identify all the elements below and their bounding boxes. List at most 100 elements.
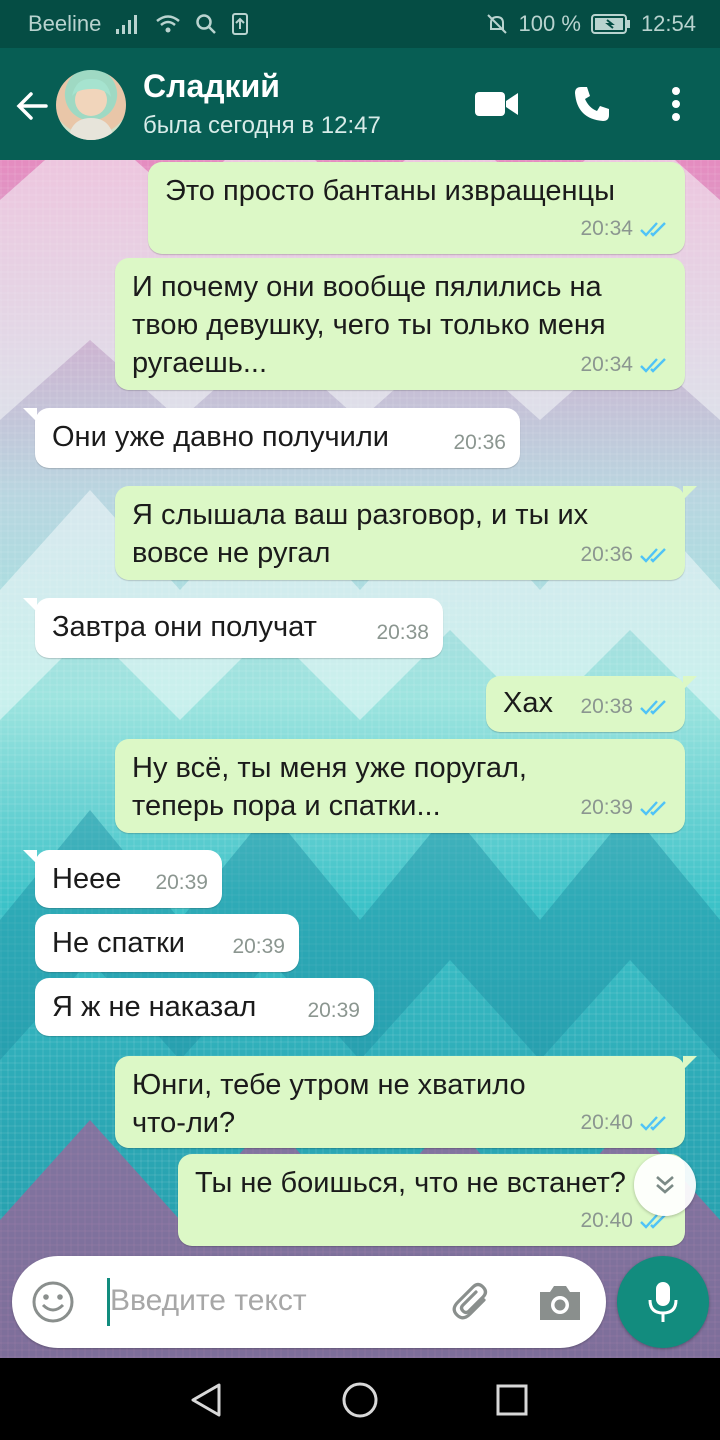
message-input[interactable]: Введите текст [110,1284,307,1318]
message-text: Хах [503,687,553,719]
message-meta: 20:39 [307,992,360,1030]
message-time: 20:39 [580,796,633,819]
double-check-icon [640,222,666,237]
avatar[interactable] [56,70,126,140]
message-text: Неее [52,863,122,895]
message-time: 20:39 [155,871,208,894]
message-meta: 20:40 [580,1104,671,1142]
status-bar: Beeline 100 % 12:54 [0,0,720,48]
message-meta: 20:38 [580,688,671,726]
chat-header: Сладкий была сегодня в 12:47 [0,48,720,160]
message-time: 20:38 [580,695,633,718]
message-text: Я ж не наказал [52,991,257,1023]
message-bubble[interactable]: Хах 20:38 [486,676,697,732]
message-text: Завтра они получат [52,611,317,643]
message-composer: Введите текст [12,1256,606,1348]
emoji-button[interactable] [30,1279,76,1325]
signal-icon [115,13,141,35]
message-time: 20:38 [376,621,429,644]
status-time: 12:54 [640,11,696,36]
double-check-icon [640,700,666,715]
message-text: твою девушку, чего ты только меня [132,309,606,341]
contact-name[interactable]: Сладкий [143,68,280,105]
message-bubble[interactable]: Не спатки 20:39 [35,914,299,972]
message-text: Не спатки [52,927,185,959]
message-text: Ну всё, ты меня уже поругал, [132,752,527,784]
wifi-icon [155,13,181,35]
nav-recents-button[interactable] [490,1378,534,1422]
back-button[interactable] [10,84,54,128]
arrow-left-icon [16,92,48,120]
message-bubble[interactable]: Это просто бантаны извращенцы 20:34 [148,162,685,254]
scroll-to-bottom-button[interactable] [634,1154,696,1216]
circle-home-icon [342,1382,378,1418]
triangle-back-icon [191,1383,221,1417]
message-bubble[interactable]: Ну всё, ты меня уже поругал, теперь пора… [115,739,685,833]
emoji-icon [32,1281,74,1323]
message-text: ругаешь... [132,347,268,379]
battery-percent: 100 % [518,11,581,36]
message-meta: 20:39 [232,928,285,966]
message-bubble[interactable]: Они уже давно получили 20:36 [23,408,520,468]
message-text: теперь пора и спатки... [132,790,441,822]
message-time: 20:34 [580,217,633,240]
nav-home-button[interactable] [338,1378,382,1422]
double-check-icon [640,801,666,816]
microphone-icon [648,1282,678,1322]
message-bubble[interactable]: Юнги, тебе утром не хватило что-ли? 20:4… [115,1056,697,1148]
message-text: Это просто бантаны извращенцы [165,175,615,207]
bell-muted-icon [485,12,509,36]
message-meta: 20:39 [580,789,671,827]
double-check-icon [640,1116,666,1131]
message-meta: 20:34 [580,346,671,384]
message-time: 20:36 [580,543,633,566]
voice-message-button[interactable] [617,1256,709,1348]
message-text: вовсе не ругал [132,537,331,569]
video-call-button[interactable] [472,82,522,126]
message-bubble[interactable]: Завтра они получат 20:38 [23,598,443,658]
nav-back-button[interactable] [184,1378,228,1422]
message-time: 20:36 [453,431,506,454]
message-bubble[interactable]: Неее 20:39 [23,850,222,908]
chevron-double-down-icon [656,1176,674,1194]
battery-icon [590,13,631,35]
paperclip-icon [452,1282,488,1320]
chat-area[interactable]: Это просто бантаны извращенцы 20:34 И по… [0,160,720,1358]
double-check-icon [640,548,666,563]
more-vertical-icon [672,87,680,121]
message-time: 20:34 [580,353,633,376]
message-text: Юнги, тебе утром не хватило [132,1069,526,1101]
message-bubble[interactable]: Я слышала ваш разговор, и ты их вовсе не… [115,486,697,580]
square-recents-icon [496,1384,528,1416]
message-bubble[interactable]: И почему они вообще пялились на твою дев… [115,258,685,390]
search-icon [195,13,217,35]
video-camera-icon [475,92,518,116]
phone-icon [575,87,609,121]
voice-call-button[interactable] [568,80,616,128]
attach-button[interactable] [448,1278,496,1326]
message-text: что-ли? [132,1107,236,1139]
message-time: 20:39 [232,935,285,958]
double-check-icon [640,358,666,373]
message-meta: 20:36 [580,536,671,574]
message-time: 20:40 [580,1111,633,1134]
message-text: И почему они вообще пялились на [132,271,602,303]
camera-button[interactable] [536,1280,584,1324]
message-bubble[interactable]: Ты не боишься, что не встанет? 20:40 [178,1154,685,1246]
camera-icon [540,1286,580,1320]
message-text: Ты не боишься, что не встанет? [195,1167,626,1199]
system-nav-bar [0,1358,720,1440]
message-time: 20:39 [307,999,360,1022]
message-meta: 20:38 [376,614,429,652]
message-bubble[interactable]: Я ж не наказал 20:39 [35,978,374,1036]
message-meta: 20:39 [155,864,208,902]
upload-icon [231,12,249,36]
message-time: 20:40 [580,1209,633,1232]
message-text: Я слышала ваш разговор, и ты их [132,499,589,531]
message-meta: 20:36 [453,424,506,462]
last-seen-status: была сегодня в 12:47 [143,112,381,139]
more-menu-button[interactable] [660,80,692,128]
carrier-label: Beeline [28,11,102,36]
message-meta: 20:34 [580,210,671,248]
message-text: Они уже давно получили [52,421,389,453]
